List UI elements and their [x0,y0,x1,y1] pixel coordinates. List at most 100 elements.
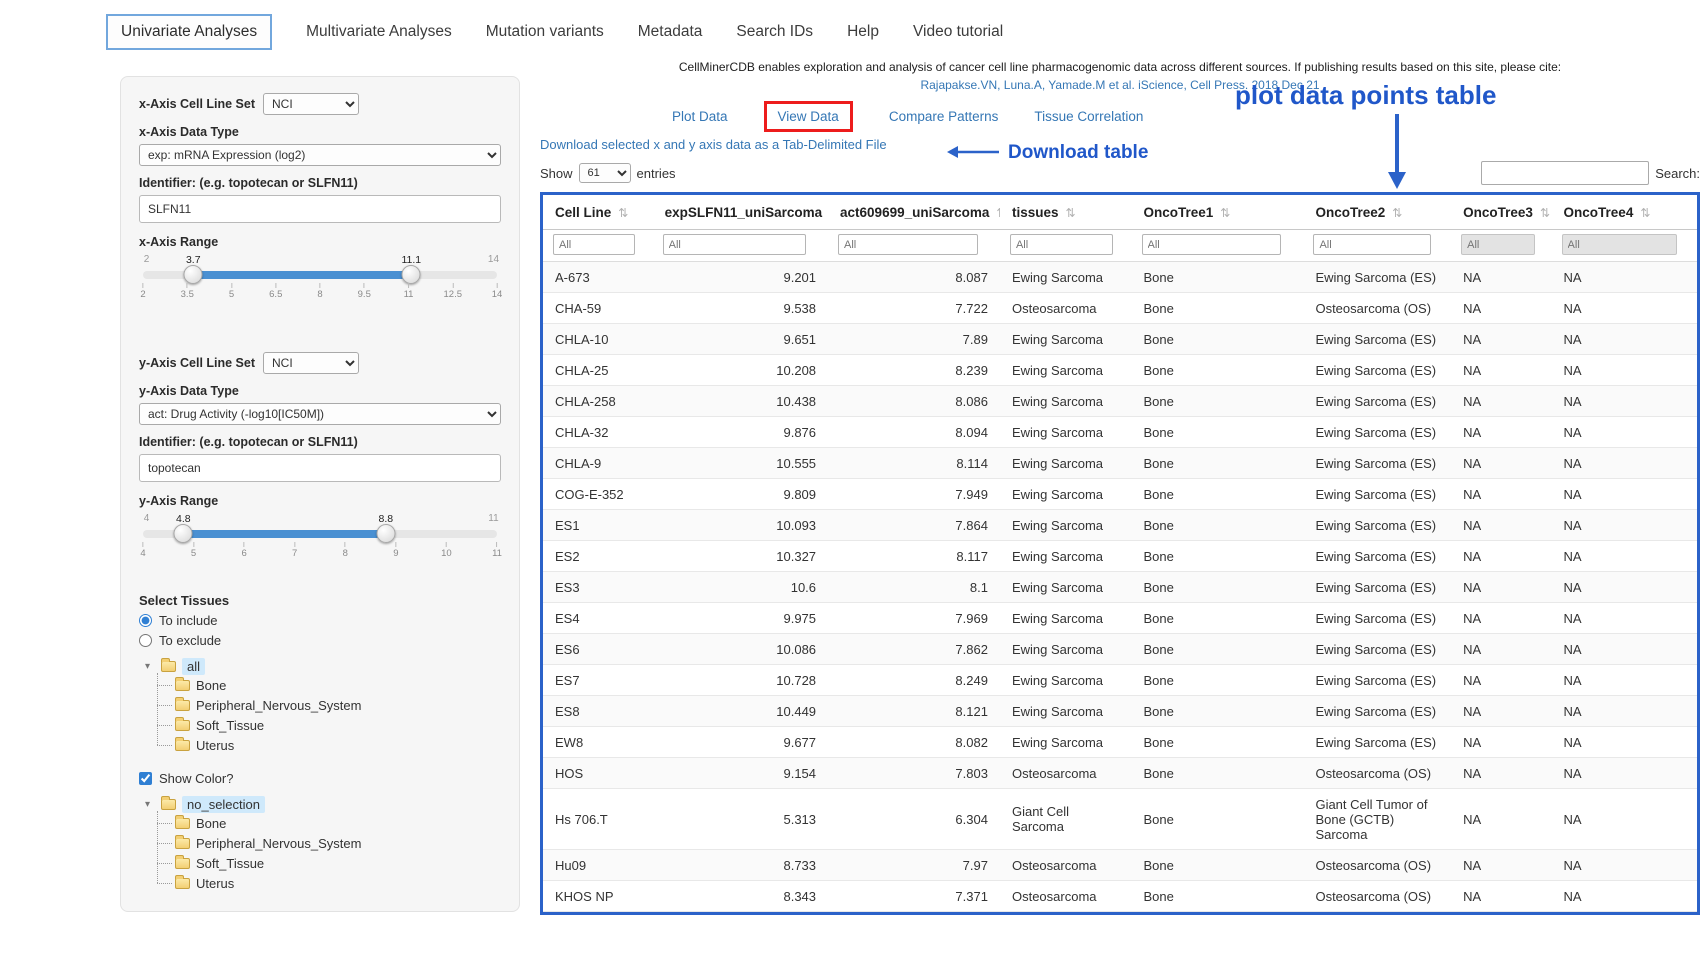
nav-tab-metadata[interactable]: Metadata [638,23,703,41]
tree-toggle-icon[interactable]: ▾ [145,661,155,672]
y-range-handle-high[interactable] [376,524,395,543]
slider-tick: 12.5 [444,283,463,300]
column-filter-input[interactable] [1010,234,1113,255]
table-cell: 8.094 [828,417,1000,448]
tree-node[interactable]: Peripheral_Nervous_System [175,695,501,715]
tree-toggle-icon[interactable]: ▾ [145,799,155,810]
nav-tab-univariate-analyses[interactable]: Univariate Analyses [106,14,272,50]
table-row[interactable]: CHLA-109.6517.89Ewing SarcomaBoneEwing S… [543,324,1697,355]
x-range-handle-low[interactable] [184,265,203,284]
column-header-cell-line[interactable]: Cell Line⇅ [543,195,653,230]
tree-root-node[interactable]: ▾no_selection [145,796,501,813]
slider-tick: 9.5 [358,283,371,300]
table-row[interactable]: CHLA-25810.4388.086Ewing SarcomaBoneEwin… [543,386,1697,417]
show-color-checkbox[interactable] [139,772,152,785]
show-color-label: Show Color? [159,771,233,786]
table-row[interactable]: COG-E-3529.8097.949Ewing SarcomaBoneEwin… [543,479,1697,510]
table-row[interactable]: CHLA-910.5558.114Ewing SarcomaBoneEwing … [543,448,1697,479]
to-include-radio[interactable] [139,614,152,627]
column-header-act609699-unisarcoma[interactable]: act609699_uniSarcoma⇅ [828,195,1000,230]
sort-icon[interactable]: ⇅ [618,206,628,220]
y-range-handle-low[interactable] [174,524,193,543]
table-cell: 7.97 [828,850,1000,881]
table-cell: NA [1552,386,1697,417]
x-range-track[interactable] [143,271,497,279]
table-row[interactable]: Hs 706.T5.3136.304Giant Cell SarcomaBone… [543,789,1697,850]
y-range-track[interactable] [143,530,497,538]
table-cell: 8.239 [828,355,1000,386]
citation-link[interactable]: Rajapakse.VN, Luna.A, Yamade.M et al. iS… [540,78,1700,92]
nav-tab-help[interactable]: Help [847,23,879,41]
column-filter-input[interactable] [663,234,806,255]
to-exclude-radio[interactable] [139,634,152,647]
sort-icon[interactable]: ⇅ [1640,206,1650,220]
tab-tissue-correlation[interactable]: Tissue Correlation [1034,109,1143,124]
y-cell-line-set-select[interactable]: NCI [263,352,359,374]
nav-tab-multivariate-analyses[interactable]: Multivariate Analyses [306,23,452,41]
y-range-slider[interactable]: 4 4.8 8.8 11 4567891011 [143,513,497,571]
table-row[interactable]: ES610.0867.862Ewing SarcomaBoneEwing Sar… [543,634,1697,665]
table-row[interactable]: ES310.68.1Ewing SarcomaBoneEwing Sarcoma… [543,572,1697,603]
table-cell: Ewing Sarcoma [1000,603,1132,634]
tree-node[interactable]: Uterus [175,735,501,755]
table-row[interactable]: ES710.7288.249Ewing SarcomaBoneEwing Sar… [543,665,1697,696]
column-filter-input[interactable] [838,234,978,255]
x-range-slider[interactable]: 2 3.7 11.1 14 23.556.589.51112.514 [143,254,497,312]
column-header-oncotree4[interactable]: OncoTree4⇅ [1552,195,1697,230]
table-row[interactable]: CHLA-2510.2088.239Ewing SarcomaBoneEwing… [543,355,1697,386]
column-header-oncotree3[interactable]: OncoTree3⇅ [1451,195,1551,230]
table-cell: Osteosarcoma (OS) [1303,850,1451,881]
tree-node[interactable]: Soft_Tissue [175,853,501,873]
table-row[interactable]: ES210.3278.117Ewing SarcomaBoneEwing Sar… [543,541,1697,572]
sort-icon[interactable]: ⇅ [1540,206,1550,220]
column-header-oncotree1[interactable]: OncoTree1⇅ [1132,195,1304,230]
table-row[interactable]: Hu098.7337.97OsteosarcomaBoneOsteosarcom… [543,850,1697,881]
table-row[interactable]: CHA-599.5387.722OsteosarcomaBoneOsteosar… [543,293,1697,324]
tree-node[interactable]: Peripheral_Nervous_System [175,833,501,853]
tree-node[interactable]: Bone [175,675,501,695]
y-data-type-label: y-Axis Data Type [139,384,501,398]
column-filter-input[interactable] [1562,234,1677,255]
table-cell: Ewing Sarcoma [1000,634,1132,665]
table-row[interactable]: ES810.4498.121Ewing SarcomaBoneEwing Sar… [543,696,1697,727]
table-row[interactable]: KHOS NP8.3437.371OsteosarcomaBoneOsteosa… [543,881,1697,912]
y-data-type-select[interactable]: act: Drug Activity (-log10[IC50M]) [139,403,501,425]
x-identifier-input[interactable] [139,195,501,223]
slider-tick: 10 [441,542,452,559]
tab-view-data[interactable]: View Data [778,109,839,124]
table-row[interactable]: ES110.0937.864Ewing SarcomaBoneEwing Sar… [543,510,1697,541]
column-header-oncotree2[interactable]: OncoTree2⇅ [1303,195,1451,230]
column-header-expslfn11-unisarcoma[interactable]: expSLFN11_uniSarcoma⇅ [653,195,828,230]
nav-tab-video-tutorial[interactable]: Video tutorial [913,23,1003,41]
column-filter-input[interactable] [1313,234,1430,255]
tree-node[interactable]: Soft_Tissue [175,715,501,735]
sort-icon[interactable]: ⇅ [1220,206,1230,220]
table-row[interactable]: A-6739.2018.087Ewing SarcomaBoneEwing Sa… [543,262,1697,293]
sort-icon[interactable]: ⇅ [1392,206,1402,220]
tab-plot-data[interactable]: Plot Data [672,109,728,124]
tree-node[interactable]: Uterus [175,873,501,893]
tree-node[interactable]: Bone [175,813,501,833]
nav-tab-search-ids[interactable]: Search IDs [736,23,813,41]
y-identifier-input[interactable] [139,454,501,482]
table-row[interactable]: ES49.9757.969Ewing SarcomaBoneEwing Sarc… [543,603,1697,634]
table-row[interactable]: HOS9.1547.803OsteosarcomaBoneOsteosarcom… [543,758,1697,789]
entries-per-page-select[interactable]: 61 [579,163,631,183]
column-filter-input[interactable] [553,234,635,255]
nav-tab-mutation-variants[interactable]: Mutation variants [486,23,604,41]
table-row[interactable]: EW89.6778.082Ewing SarcomaBoneEwing Sarc… [543,727,1697,758]
tree-root-node[interactable]: ▾all [145,658,501,675]
x-data-type-select[interactable]: exp: mRNA Expression (log2) [139,144,501,166]
sort-icon[interactable]: ⇅ [996,206,1000,220]
table-search-input[interactable] [1481,161,1649,185]
column-filter-input[interactable] [1142,234,1282,255]
column-filter-input[interactable] [1461,234,1535,255]
x-cell-line-set-select[interactable]: NCI [263,93,359,115]
sort-icon[interactable]: ⇅ [1066,206,1076,220]
table-row[interactable]: CHLA-329.8768.094Ewing SarcomaBoneEwing … [543,417,1697,448]
x-range-handle-high[interactable] [402,265,421,284]
download-tab-delimited-link[interactable]: Download selected x and y axis data as a… [540,137,887,152]
table-cell: ES2 [543,541,653,572]
column-header-tissues[interactable]: tissues⇅ [1000,195,1132,230]
tab-compare-patterns[interactable]: Compare Patterns [889,109,999,124]
